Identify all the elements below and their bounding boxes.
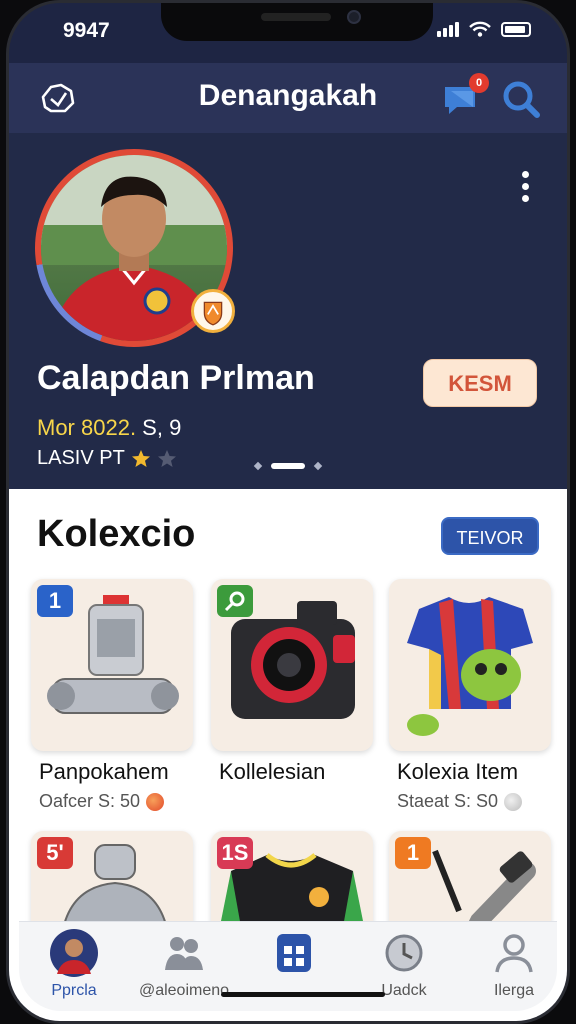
card-tag-icon xyxy=(217,585,253,617)
nav-label: Pprcla xyxy=(51,982,97,999)
nav-item-profile[interactable]: Pprcla xyxy=(19,928,129,1000)
nav-item-friends[interactable]: @aleoimeno xyxy=(129,928,239,1000)
jersey-image xyxy=(407,597,533,736)
home-indicator[interactable] xyxy=(221,992,385,997)
nav-item-account[interactable]: Ilerga xyxy=(459,928,567,1000)
app-header: Denangakah 0 xyxy=(9,63,567,133)
carousel-pager[interactable] xyxy=(9,461,567,471)
user-icon xyxy=(495,934,533,973)
club-badge-icon xyxy=(191,289,235,333)
more-options-icon[interactable] xyxy=(522,171,529,202)
nav-item-home[interactable] xyxy=(239,928,349,982)
pager-dot xyxy=(253,461,263,471)
collection-card-1[interactable]: 1 xyxy=(31,579,193,751)
signal-icon xyxy=(437,21,459,37)
card-tag: 1 xyxy=(37,585,73,617)
clock-icon xyxy=(385,934,423,972)
nav-label: Ilerga xyxy=(493,982,535,999)
profile-hero: Calapdan Prlman KESM Mor 8022. S, 9 LASI… xyxy=(9,133,567,489)
nav-label: Uadck xyxy=(381,982,427,999)
card-price: Oafcer S: 50 xyxy=(39,791,165,812)
phone-frame: 9947 Denangakah 0 Calapdan Prlman KESM M… xyxy=(6,0,570,1024)
collection-card-3[interactable] xyxy=(389,579,551,751)
player-name: Calapdan Prlman xyxy=(37,359,315,397)
pager-dot xyxy=(313,461,323,471)
stat-rest: S, 9 xyxy=(136,415,182,440)
card-tag: 5' xyxy=(37,837,73,869)
notch xyxy=(161,3,433,41)
card-title: Panpokahem xyxy=(39,759,169,784)
card-price-text: Staeat S: S0 xyxy=(397,791,499,811)
view-all-button[interactable]: TEIVOR xyxy=(441,517,539,555)
front-camera xyxy=(347,10,361,24)
card-tag: 1 xyxy=(395,837,431,869)
stat-highlight: Mor 8022. xyxy=(37,415,137,440)
speaker xyxy=(261,13,331,21)
card-price-text: Oafcer S: 50 xyxy=(39,791,141,811)
nav-label: @aleoimeno xyxy=(138,982,230,999)
grid-icon xyxy=(277,934,311,972)
status-time: 9947 xyxy=(63,19,110,42)
notification-badge: 0 xyxy=(469,73,489,93)
friends-icon xyxy=(165,937,203,970)
coin-icon xyxy=(504,792,523,811)
search-icon xyxy=(224,591,245,612)
card-title: Kolexia Item xyxy=(397,759,519,784)
card-title: Kollelesian xyxy=(219,759,326,784)
card-price: Staeat S: S0 xyxy=(397,791,523,812)
bottom-navigation: Pprcla @aleoimeno Uadck Ilerga xyxy=(19,921,557,1011)
status-icons xyxy=(437,21,531,37)
coin-icon xyxy=(146,792,165,811)
search-icon[interactable] xyxy=(499,77,543,121)
follow-button[interactable]: KESM xyxy=(423,359,537,407)
player-stats: Mor 8022. S, 9 xyxy=(37,415,181,441)
pager-active xyxy=(271,463,305,469)
profile-avatar-icon xyxy=(50,929,98,977)
nav-item-history[interactable]: Uadck xyxy=(349,928,459,1000)
section-title: Kolexcio xyxy=(37,513,196,555)
card-tag: 1S xyxy=(217,837,253,869)
collection-card-2[interactable] xyxy=(211,579,373,751)
battery-icon xyxy=(501,21,531,37)
wifi-icon xyxy=(469,21,491,37)
